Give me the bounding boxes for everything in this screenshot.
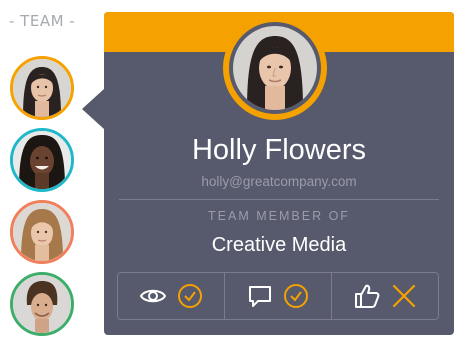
team-member-avatar-3[interactable] [10,200,74,264]
profile-card: Holly Flowers holly@greatcompany.com TEA… [82,12,454,335]
man-curly-hair-photo [13,275,71,333]
view-action-button[interactable] [118,273,224,319]
team-heading: - TEAM - [9,12,76,30]
woman-dark-hair-photo [233,26,317,110]
woman-dark-hair-photo [13,59,71,117]
profile-name: Holly Flowers [191,134,367,166]
team-profile-widget: - TEAM - Holly Flowers holly@greatcompan… [0,0,476,352]
team-group-name: Creative Media [211,234,347,256]
comment-action-button[interactable] [224,273,331,319]
close-x-icon [392,284,416,308]
divider [119,199,439,200]
action-bar [117,272,439,320]
man-dreadlocks-photo [13,131,71,189]
profile-avatar [223,16,327,120]
like-action-button[interactable] [331,273,438,319]
member-of-label: TEAM MEMBER OF [208,209,350,223]
card-pointer [82,89,104,129]
check-circle-icon [178,284,202,308]
profile-email[interactable]: holly@greatcompany.com [104,174,454,189]
team-member-avatar-4[interactable] [10,272,74,336]
thumbs-up-icon [355,284,380,308]
team-member-avatar-1[interactable] [10,56,74,120]
woman-blonde-photo [13,203,71,261]
eye-icon [139,289,167,303]
team-member-avatar-2[interactable] [10,128,74,192]
comment-icon [249,286,271,307]
check-circle-icon [284,284,308,308]
